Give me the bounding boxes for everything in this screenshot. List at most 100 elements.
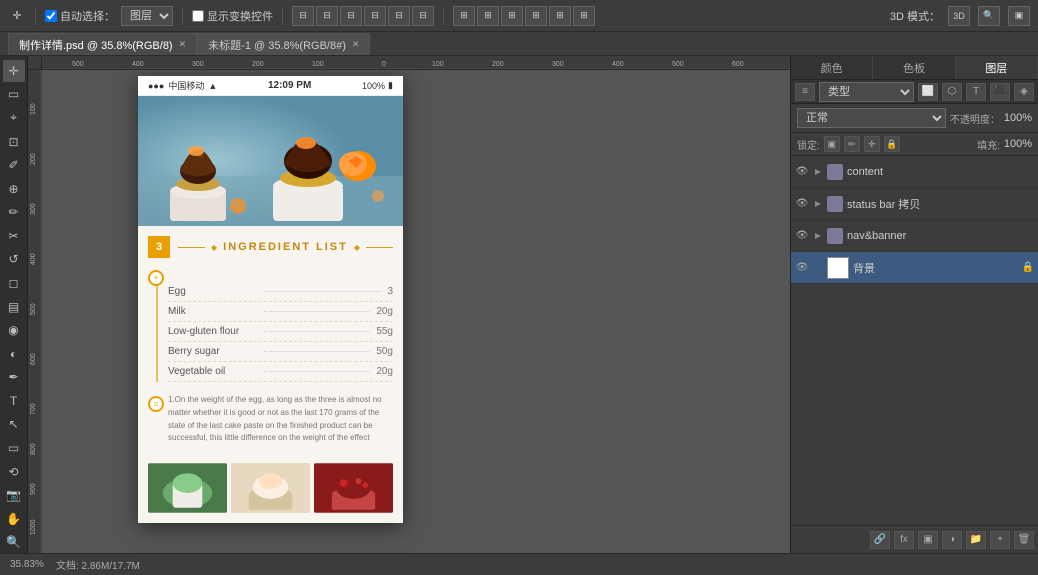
blend-mode-select[interactable]: 正常: [797, 108, 946, 128]
instructions-icon: ⊙: [148, 396, 164, 412]
canvas-area[interactable]: 500 400 300 200 100 0 100 200 300 400 50…: [28, 56, 790, 553]
layer-statusbar-folder: [827, 196, 843, 212]
dodge-tool[interactable]: ◐: [3, 343, 25, 365]
lock-position-btn[interactable]: ✛: [864, 136, 880, 152]
eraser-tool[interactable]: ◻: [3, 272, 25, 294]
tab-psd-close[interactable]: ✕: [179, 40, 187, 49]
move-tool-icon[interactable]: ✛: [8, 7, 26, 25]
layer-navbanner[interactable]: 👁 ▶ nav&banner: [791, 220, 1038, 252]
align-middle-btn[interactable]: ⊟: [388, 6, 410, 26]
select-tool[interactable]: ▭: [3, 84, 25, 106]
tab-swatches-label: 色板: [903, 60, 925, 76]
align-left-btn[interactable]: ⊟: [292, 6, 314, 26]
tab-psd-label: 制作详情.psd @ 35.8%(RGB/8): [19, 37, 173, 53]
layer-select[interactable]: 图层: [121, 6, 173, 26]
align-top-btn[interactable]: ⊟: [364, 6, 386, 26]
tab-color[interactable]: 颜色: [791, 56, 873, 79]
eyedropper-tool[interactable]: ✐: [3, 154, 25, 176]
layer-icon-2[interactable]: ⬡: [942, 83, 962, 101]
svg-text:1000: 1000: [30, 519, 37, 535]
dist-4-btn[interactable]: ⊞: [549, 6, 571, 26]
layer-navbanner-name: nav&banner: [847, 230, 1034, 242]
layer-content[interactable]: 👁 ▶ content: [791, 156, 1038, 188]
layer-icon-4[interactable]: ⬛: [990, 83, 1010, 101]
layer-statusbar[interactable]: 👁 ▶ status bar 拷贝: [791, 188, 1038, 220]
clone-tool[interactable]: ✂: [3, 225, 25, 247]
top-toolbar: ✛ 自动选择： 图层 显示变换控件 ⊟ ⊟ ⊟ ⊟ ⊟ ⊟ ⊞ ⊞ ⊞ ⊞ ⊞ …: [0, 0, 1038, 32]
lasso-tool[interactable]: ⌖: [3, 107, 25, 129]
layer-content-arrow[interactable]: ▶: [813, 167, 823, 177]
type-tool[interactable]: T: [3, 390, 25, 412]
layer-style-btn[interactable]: fx: [894, 531, 914, 549]
tab-color-label: 颜色: [821, 60, 843, 76]
layer-statusbar-eye[interactable]: 👁: [795, 197, 809, 211]
ingredient-milk-qty: 20g: [376, 306, 393, 317]
transform-checkbox[interactable]: 显示变换控件: [192, 8, 273, 24]
step-line-left: [178, 247, 205, 248]
history-tool[interactable]: ↺: [3, 249, 25, 271]
path-select-tool[interactable]: ↖: [3, 414, 25, 436]
hand-tool[interactable]: ✋: [3, 508, 25, 530]
status-left: ●●● 中国移动 ▲: [148, 79, 217, 92]
add-mask-btn[interactable]: ▣: [918, 531, 938, 549]
auto-select-checkbox[interactable]: 自动选择：: [45, 8, 115, 24]
transform-label: 显示变换控件: [207, 8, 273, 24]
3d-mode-btn[interactable]: 3D: [948, 6, 970, 26]
ruler-horizontal: 500 400 300 200 100 0 100 200 300 400 50…: [42, 56, 790, 70]
layer-statusbar-arrow[interactable]: ▶: [813, 199, 823, 209]
content-section: 3 ◆ INGREDIENT LIST ◆ ≡ Egg: [138, 226, 403, 455]
layer-navbanner-eye[interactable]: 👁: [795, 229, 809, 243]
align-right-btn[interactable]: ⊟: [340, 6, 362, 26]
move-tool[interactable]: ✛: [3, 60, 25, 82]
thumb-2: [231, 463, 310, 513]
layer-background-eye[interactable]: 👁: [795, 261, 809, 275]
search-btn[interactable]: 🔍: [978, 6, 1000, 26]
layer-icon-5[interactable]: ◈: [1014, 83, 1034, 101]
crop-tool[interactable]: ⊡: [3, 131, 25, 153]
brush-tool[interactable]: ✏: [3, 201, 25, 223]
pen-tool[interactable]: ✒: [3, 367, 25, 389]
align-center-btn[interactable]: ⊟: [316, 6, 338, 26]
thumb-3: [314, 463, 393, 513]
divider-2: [182, 7, 183, 25]
layer-content-eye[interactable]: 👁: [795, 165, 809, 179]
layer-navbanner-arrow[interactable]: ▶: [813, 231, 823, 241]
layer-navbanner-folder: [827, 228, 843, 244]
adjustment-btn[interactable]: ◑: [942, 531, 962, 549]
tab-swatches[interactable]: 色板: [873, 56, 955, 79]
lock-label: 锁定:: [797, 137, 820, 152]
link-layers-btn[interactable]: 🔗: [870, 531, 890, 549]
gradient-tool[interactable]: ▤: [3, 296, 25, 318]
layer-background[interactable]: 👁 背景 🔒: [791, 252, 1038, 284]
tab-untitled[interactable]: 未标题-1 @ 35.8%(RGB/8#) ✕: [197, 33, 370, 55]
delete-layer-btn[interactable]: 🗑: [1014, 531, 1034, 549]
lock-transparent-btn[interactable]: ▣: [824, 136, 840, 152]
blur-tool[interactable]: ◉: [3, 319, 25, 341]
tab-layers[interactable]: 图层: [956, 56, 1038, 79]
dist-h-btn[interactable]: ⊞: [453, 6, 475, 26]
filter-kind-icon[interactable]: ≡: [795, 83, 815, 101]
lock-all-btn[interactable]: 🔒: [884, 136, 900, 152]
new-group-btn[interactable]: 📁: [966, 531, 986, 549]
banner-image: [138, 96, 403, 226]
doc-size: 文档: 2.86M/17.7M: [56, 557, 140, 572]
tab-untitled-close[interactable]: ✕: [352, 40, 360, 49]
new-layer-btn[interactable]: +: [990, 531, 1010, 549]
align-bottom-btn[interactable]: ⊟: [412, 6, 434, 26]
step-diamond-right: ◆: [354, 243, 360, 252]
filter-kind-select[interactable]: 类型: [819, 82, 914, 102]
layer-icon-3[interactable]: T: [966, 83, 986, 101]
zoom-tool[interactable]: 🔍: [3, 532, 25, 554]
dist-5-btn[interactable]: ⊞: [573, 6, 595, 26]
layer-icon-1[interactable]: ⬜: [918, 83, 938, 101]
dist-3-btn[interactable]: ⊞: [525, 6, 547, 26]
dist-v-btn[interactable]: ⊞: [477, 6, 499, 26]
lock-paint-btn[interactable]: ✏: [844, 136, 860, 152]
shape-tool[interactable]: ▭: [3, 437, 25, 459]
screen-mode-btn[interactable]: ▣: [1008, 6, 1030, 26]
tab-psd[interactable]: 制作详情.psd @ 35.8%(RGB/8) ✕: [8, 33, 197, 55]
heal-tool[interactable]: ⊕: [3, 178, 25, 200]
3d-rotate-tool[interactable]: ⟲: [3, 461, 25, 483]
dist-2-btn[interactable]: ⊞: [501, 6, 523, 26]
camera-tool[interactable]: 📷: [3, 484, 25, 506]
